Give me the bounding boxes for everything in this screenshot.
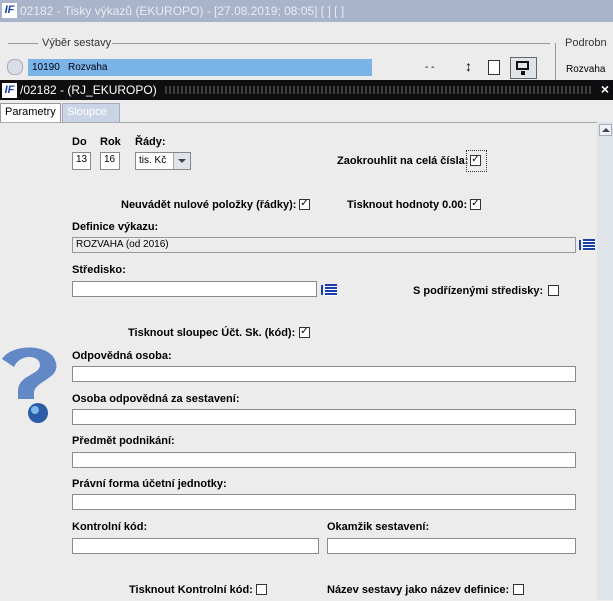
row-name: Rozvaha: [68, 62, 108, 73]
list-picker-icon[interactable]: [579, 238, 595, 252]
help-question-icon[interactable]: [0, 345, 60, 427]
row-dashes: - -: [425, 62, 435, 73]
tisknout-kontrolni-checkbox[interactable]: [256, 584, 267, 595]
monitor-icon[interactable]: [510, 57, 537, 79]
title-bar-grip: [165, 86, 591, 94]
rady-label: Řády:: [135, 136, 166, 148]
group-title-vyber: Výběr sestavy: [42, 37, 112, 49]
predmet-label: Předmět podnikání:: [72, 435, 175, 447]
stredisko-label: Středisko:: [72, 264, 126, 276]
tab-sloupce[interactable]: Sloupce: [62, 103, 120, 122]
sort-arrows-icon[interactable]: ↕: [465, 58, 472, 74]
window-title: /02182 - (RJ_EKUROPO): [20, 83, 157, 97]
nazev-sestavy-checkbox[interactable]: [513, 584, 524, 595]
check-mark-icon: ✓: [300, 198, 309, 209]
neuvadet-checkbox[interactable]: ✓: [299, 199, 310, 210]
rady-select-value: tis. Kč: [139, 155, 167, 166]
window-title-bar[interactable]: IF /02182 - (RJ_EKUROPO) ×: [0, 80, 613, 100]
podrizene-label: S podřízenými středisky:: [413, 285, 544, 297]
okamzik-input[interactable]: [327, 538, 576, 554]
odpovedna-label: Odpovědná osoba:: [72, 350, 172, 362]
osoba-sestaveni-label: Osoba odpovědná za sestavení:: [72, 393, 240, 405]
group-title-podrobnosti: Podrobn: [565, 37, 607, 49]
predmet-input[interactable]: [72, 452, 576, 468]
pravni-input[interactable]: [72, 494, 576, 510]
tab-bar: Parametry Sloupce: [0, 100, 613, 122]
pdf-icon[interactable]: [488, 60, 500, 75]
background-title-bar: IF 02182 - Tisky výkazů (EKUROPO) - [27.…: [0, 0, 613, 22]
app-logo-icon: IF: [2, 83, 17, 98]
nazev-sestavy-label: Název sestavy jako název definice:: [327, 584, 510, 596]
rok-input[interactable]: 16: [100, 152, 120, 170]
zaokrouhlit-label: Zaokrouhlit na celá čísla:: [337, 155, 469, 167]
kontrolni-input[interactable]: [72, 538, 319, 554]
do-label: Do: [72, 136, 87, 148]
list-picker-icon[interactable]: [321, 283, 337, 297]
group-line: [8, 43, 38, 44]
group-divider: [555, 43, 556, 80]
tisknout-sloupec-label: Tisknout sloupec Účt. Sk. (kód):: [128, 327, 296, 339]
tab-parametry[interactable]: Parametry: [0, 103, 61, 122]
definice-label: Definice výkazu:: [72, 221, 159, 233]
definice-input[interactable]: ROZVAHA (od 2016): [72, 237, 576, 253]
kontrolni-label: Kontrolní kód:: [72, 521, 148, 533]
row-right-name: Rozvaha: [566, 64, 606, 75]
check-mark-icon: ✓: [471, 198, 480, 209]
check-mark-icon: ✓: [300, 326, 309, 337]
vertical-scrollbar[interactable]: [597, 122, 613, 600]
row-code: 10190: [32, 62, 60, 73]
neuvadet-label: Neuvádět nulové položky (řádky):: [121, 199, 297, 211]
tisknout-kontrolni-label: Tisknout Kontrolní kód:: [129, 584, 253, 596]
tisknout-hodnoty-label: Tisknout hodnoty 0.00:: [347, 199, 468, 211]
podrizene-checkbox[interactable]: [548, 285, 559, 296]
zaokrouhlit-checkbox[interactable]: ✓: [470, 155, 481, 166]
background-window-title: 02182 - Tisky výkazů (EKUROPO) - [27.08.…: [20, 4, 345, 18]
group-line: [112, 43, 550, 44]
osoba-sestaveni-input[interactable]: [72, 409, 576, 425]
check-mark-icon: ✓: [471, 154, 480, 165]
scroll-up-icon[interactable]: [599, 124, 612, 136]
tisknout-sloupec-checkbox[interactable]: ✓: [299, 327, 310, 338]
chevron-down-icon[interactable]: [173, 153, 190, 169]
rady-select[interactable]: tis. Kč: [135, 152, 191, 170]
rok-label: Rok: [100, 136, 121, 148]
do-input[interactable]: 13: [72, 152, 91, 170]
odpovedna-input[interactable]: [72, 366, 576, 382]
table-row-selected[interactable]: 10190 Rozvaha: [28, 59, 372, 76]
okamzik-label: Okamžik sestavení:: [327, 521, 430, 533]
tisknout-hodnoty-checkbox[interactable]: ✓: [470, 199, 481, 210]
app-logo-icon: IF: [2, 3, 17, 18]
collapse-icon[interactable]: [7, 59, 23, 75]
pravni-label: Právní forma účetní jednotky:: [72, 478, 227, 490]
close-icon[interactable]: ×: [601, 81, 609, 97]
stredisko-input[interactable]: [72, 281, 317, 297]
